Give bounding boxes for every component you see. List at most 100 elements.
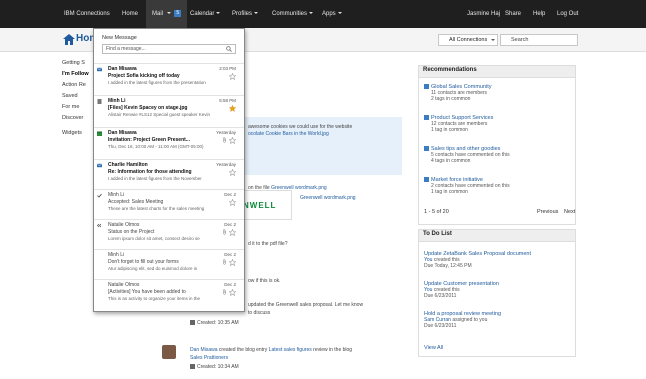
message-subject: Re: Information for those attending — [108, 169, 192, 175]
nav-home[interactable]: Home — [122, 0, 138, 28]
blog-link[interactable]: Sales Prattioners — [190, 355, 228, 361]
blog-entry-link[interactable]: Latest sales figures — [269, 347, 312, 353]
calendar-icon — [97, 131, 102, 136]
logout-link[interactable]: Log Out — [557, 0, 578, 28]
avatar[interactable] — [162, 345, 176, 359]
find-message-input[interactable]: Find a message... — [102, 44, 236, 54]
message-sender: Minh Li — [108, 192, 125, 198]
search-placeholder: Search — [511, 37, 529, 43]
message-subject: Project Sofia kicking off today — [108, 73, 180, 79]
feed-text: awesome cookies we could use for the web… — [248, 124, 353, 130]
check-icon — [97, 193, 102, 198]
message-time: Dec 2 — [224, 222, 236, 227]
new-message-link[interactable]: New Message — [102, 35, 137, 41]
created-timestamp: Created: 10:34 AM — [190, 364, 239, 370]
nav-mail-label: Mail — [152, 11, 164, 17]
message-time: 5:58 PM — [219, 98, 236, 103]
message-time: Yesterday — [216, 162, 236, 167]
message-item[interactable]: Minh Li [Files] Kevin Spacey on stage.jp… — [94, 95, 244, 131]
nav-apps[interactable]: Apps — [322, 0, 342, 28]
scope-label: All Connections — [449, 37, 488, 43]
message-item[interactable]: Natalie Olmos [Activities] You have been… — [94, 279, 244, 312]
message-sender: Dan Misawa — [108, 130, 137, 136]
todo-due: Due Today, 12:45 PM — [424, 263, 472, 269]
message-preview: This is an activity to organize your ite… — [108, 296, 201, 301]
recommendations-title: Recommendations — [423, 67, 477, 73]
star-icon[interactable] — [229, 199, 236, 206]
recommendation-meta: 1 tag in common — [431, 127, 468, 133]
community-icon — [424, 84, 429, 90]
mail-icon — [97, 67, 102, 72]
recommendation-item: Global Sales Community 11 contacts are m… — [424, 84, 492, 102]
unread-count-badge: 5 — [174, 9, 182, 17]
share-link[interactable]: Share — [505, 0, 521, 28]
brand-logo[interactable]: IBM Connections — [64, 0, 110, 28]
message-preview: Thu, Dec 16, 10:00 AM - 11:00 AM (GMT-05… — [108, 144, 204, 149]
message-subject: Invitation: Project Green Present... — [108, 137, 190, 143]
feed-action-text: created the blog entry — [218, 347, 268, 353]
file-thumbnail[interactable]: NWELL — [238, 190, 292, 220]
todo-due: Due 6/23/2011 — [424, 293, 457, 299]
search-scope-select[interactable]: All Connections — [438, 34, 498, 46]
person-icon — [190, 364, 195, 370]
todo-item: Update ZetaBank Sales Proposal document … — [424, 251, 531, 269]
feed-text: d it to the pdf file? — [248, 241, 288, 247]
chevron-down-icon — [254, 12, 259, 15]
todo-item: Update Customer presentation You created… — [424, 281, 499, 299]
starred-icon[interactable] — [229, 105, 236, 112]
chevron-down-icon — [337, 12, 342, 15]
chevron-down-icon — [216, 12, 221, 15]
message-sender: Dan Misawa — [108, 66, 137, 72]
author-link[interactable]: Dan Misawa — [190, 347, 218, 353]
todo-item: Hold a proposal review meeting Sam Curra… — [424, 311, 501, 329]
search-input[interactable]: Search — [500, 34, 578, 46]
recommendation-meta: 1 tag in common — [431, 189, 468, 195]
nav-calendar[interactable]: Calendar — [190, 0, 221, 28]
nav-profiles[interactable]: Profiles — [232, 0, 259, 28]
blog-icon — [424, 177, 429, 183]
created-label: Created: 10:35 AM — [197, 320, 239, 326]
nav-calendar-label: Calendar — [190, 11, 215, 17]
message-sender: Natalie Olmos — [108, 282, 140, 288]
nav-profiles-label: Profiles — [232, 11, 253, 17]
chevron-down-icon — [490, 38, 495, 41]
created-timestamp: Created: 10:35 AM — [190, 320, 239, 326]
feed-text: updated the Greenwell sales proposal. Le… — [248, 302, 364, 308]
message-subject: Don't forget to fill out your forms — [108, 259, 179, 265]
find-message-placeholder: Find a message... — [106, 46, 146, 52]
help-link[interactable]: Help — [533, 0, 545, 28]
star-icon[interactable] — [229, 229, 236, 236]
recommendation-item: Sales tips and other goodies 5 contacts … — [424, 146, 510, 164]
user-menu[interactable]: Jasmine Haj — [467, 0, 500, 28]
next-link[interactable]: Next — [564, 209, 575, 215]
nav-mail[interactable]: Mail 5 — [146, 0, 188, 28]
previous-link[interactable]: Previous — [537, 209, 558, 215]
nav-communities[interactable]: Communities — [272, 0, 314, 28]
message-time: Yesterday — [216, 130, 236, 135]
feed-entry: Dan Misawa created the blog entry Latest… — [190, 347, 352, 353]
nav-communities-label: Communities — [272, 11, 308, 17]
mail-icon — [97, 163, 102, 168]
message-time: Dec 2 — [224, 192, 236, 197]
feed-link[interactable]: ocolate Cookie Bars in the World.jpg — [248, 131, 329, 137]
file-icon — [97, 99, 102, 104]
star-icon[interactable] — [229, 73, 236, 80]
todo-title: To Do List — [423, 231, 452, 237]
recommendation-item: Market force initiative 2 contacts have … — [424, 177, 510, 195]
chevron-down-icon — [166, 12, 171, 15]
message-item[interactable]: Dan Misawa Invitation: Project Green Pre… — [94, 127, 244, 163]
feed-file-link[interactable]: Greenwell wordmark.png — [300, 195, 356, 201]
message-subject: Status on the Project — [108, 229, 155, 235]
message-subject: [Activities] You have been added to — [108, 289, 186, 295]
attachment-icon — [223, 289, 226, 295]
star-icon[interactable] — [229, 289, 236, 296]
message-preview: Lorem ipsum dolor sit amet, consect desi… — [108, 236, 200, 241]
star-icon[interactable] — [229, 169, 236, 176]
blog-icon — [424, 146, 429, 152]
message-time: Dec 2 — [224, 282, 236, 287]
search-icon[interactable] — [226, 46, 232, 52]
view-all-link[interactable]: View All — [424, 345, 443, 351]
star-icon[interactable] — [229, 259, 236, 266]
star-icon[interactable] — [229, 137, 236, 144]
message-item[interactable]: Dan Misawa Project Sofia kicking off tod… — [94, 63, 244, 99]
